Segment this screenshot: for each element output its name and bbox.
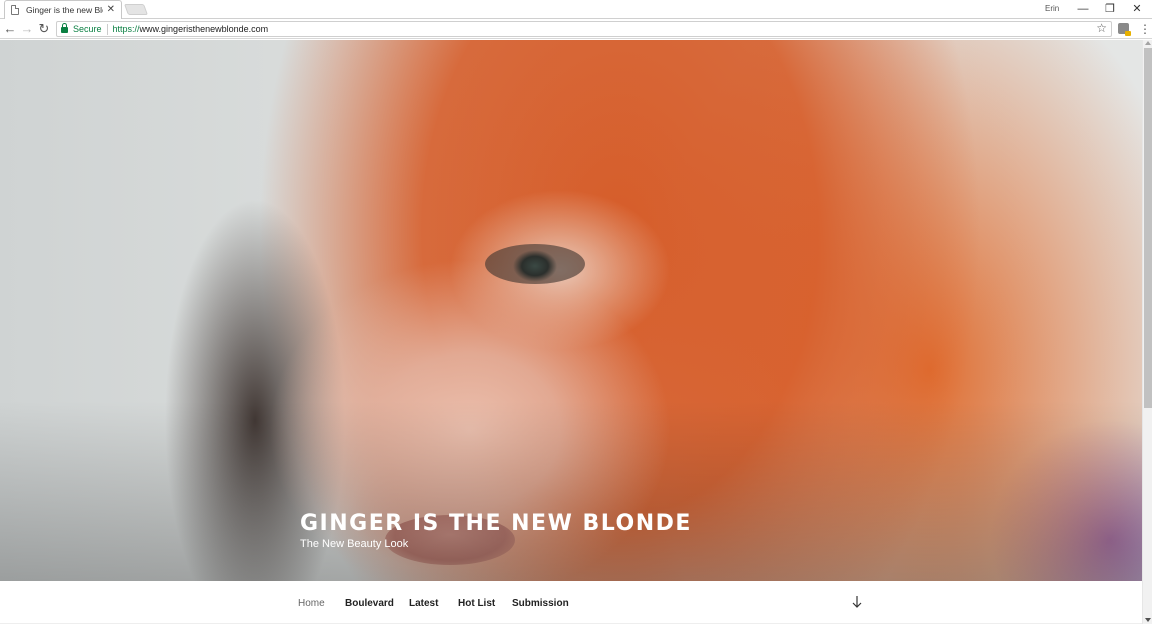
forward-arrow-icon[interactable]: → xyxy=(19,21,35,37)
menu-icon[interactable]: ⋮ xyxy=(1139,21,1151,37)
url-scheme: https:// xyxy=(112,24,140,34)
hero-shade xyxy=(0,401,1142,581)
nav-item-hot-list[interactable]: Hot List xyxy=(458,598,495,609)
close-window-icon[interactable]: ✕ xyxy=(1127,1,1147,17)
browser-toolbar: ← → ↻ Secure https:// www.gingeristhenew… xyxy=(0,19,1152,39)
scroll-up-icon[interactable] xyxy=(1145,41,1151,45)
nav-item-latest[interactable]: Latest xyxy=(409,598,438,609)
address-bar[interactable]: Secure https:// www.gingeristhenewblonde… xyxy=(56,21,1112,37)
page-favicon-icon xyxy=(11,5,19,15)
hero-image: GINGER IS THE NEW BLONDE The New Beauty … xyxy=(0,40,1142,581)
scroll-down-icon[interactable] xyxy=(1145,618,1151,622)
profile-name[interactable]: Erin xyxy=(1045,4,1059,13)
site-description: The New Beauty Look xyxy=(300,538,409,550)
lock-icon xyxy=(61,23,68,33)
new-tab-button[interactable] xyxy=(123,4,149,15)
page-viewport: GINGER IS THE NEW BLONDE The New Beauty … xyxy=(0,40,1142,624)
arrow-down-icon[interactable] xyxy=(851,594,863,610)
page-scrollbar[interactable] xyxy=(1142,40,1152,624)
browser-tab[interactable]: Ginger is the new Blonde ✕ xyxy=(4,0,122,19)
nav-item-submission[interactable]: Submission xyxy=(512,598,569,609)
star-icon[interactable]: ☆ xyxy=(1096,21,1107,35)
nav-item-home[interactable]: Home xyxy=(298,598,325,609)
tab-strip: Ginger is the new Blonde ✕ Erin — ❐ ✕ xyxy=(0,0,1152,19)
main-navigation: Home Boulevard Latest Hot List Submissio… xyxy=(0,581,1142,624)
reload-icon[interactable]: ↻ xyxy=(36,21,52,37)
minimize-icon[interactable]: — xyxy=(1073,1,1093,17)
divider xyxy=(106,23,108,35)
restore-icon[interactable]: ❐ xyxy=(1100,1,1120,17)
scrollbar-thumb[interactable] xyxy=(1144,48,1152,408)
extension-icon[interactable] xyxy=(1118,23,1131,36)
tab-close-icon[interactable]: ✕ xyxy=(107,5,115,15)
site-title[interactable]: GINGER IS THE NEW BLONDE xyxy=(300,511,692,536)
tab-title: Ginger is the new Blonde xyxy=(26,5,103,15)
url-host: www.gingeristhenewblonde.com xyxy=(139,24,269,34)
nav-item-boulevard[interactable]: Boulevard xyxy=(345,598,394,609)
security-label[interactable]: Secure xyxy=(73,24,102,34)
back-arrow-icon[interactable]: ← xyxy=(2,21,18,37)
hero-eye-detail xyxy=(485,244,585,284)
